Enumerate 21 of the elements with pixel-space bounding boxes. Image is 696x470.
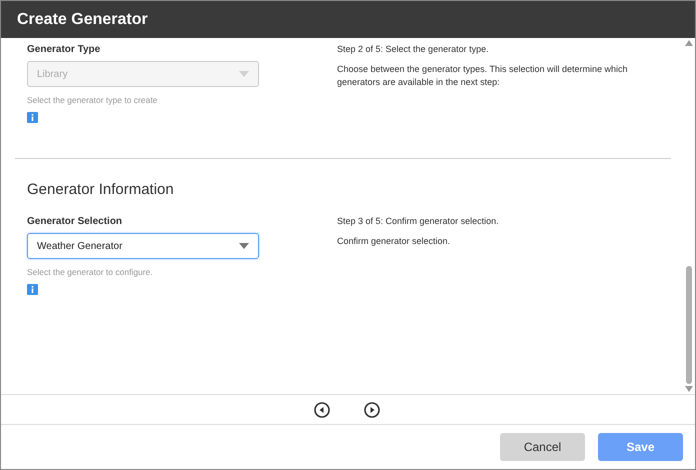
help-text: Select the generator to configure. [27, 267, 154, 277]
info-icon[interactable] [27, 284, 38, 295]
field-label: Generator Selection [27, 216, 124, 227]
section-heading: Generator Information [27, 181, 175, 198]
cancel-button[interactable]: Cancel [500, 433, 585, 461]
step-description: Choose between the generator types. This selection will determine which generators are available in the next step: [337, 63, 628, 89]
window-title: Create Generator [17, 10, 148, 28]
info-icon[interactable] [27, 112, 38, 123]
help-text: Select the generator type to create [27, 95, 158, 105]
scrollbar-thumb[interactable] [686, 266, 692, 384]
dropdown-field[interactable]: Weather Generator [27, 233, 259, 259]
step-text: Step 2 of 5: Select the generator type. [337, 44, 490, 54]
field-label: Generator Type [27, 44, 102, 55]
step-text: Step 3 of 5: Confirm generator selection. [337, 216, 499, 226]
previous-icon[interactable] [314, 402, 330, 418]
step-description: Confirm generator selection. [337, 235, 452, 248]
scroll-down-icon[interactable] [685, 386, 693, 392]
scroll-up-icon[interactable] [685, 40, 693, 46]
caret-icon [239, 243, 249, 249]
caret-icon [239, 71, 249, 77]
next-icon[interactable] [364, 402, 380, 418]
